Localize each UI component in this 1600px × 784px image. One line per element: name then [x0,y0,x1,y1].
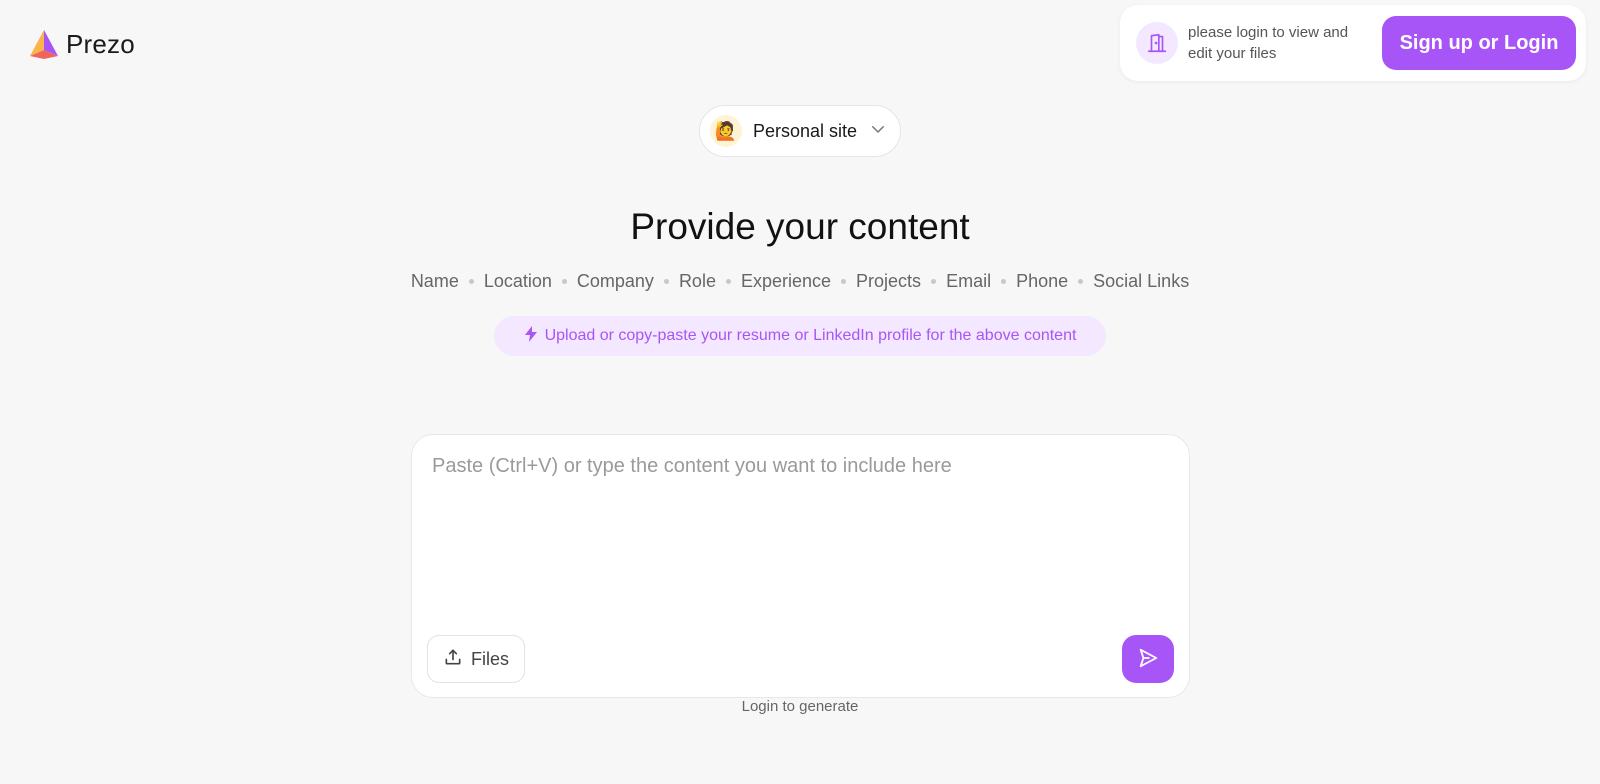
field-experience: Experience [740,271,832,291]
files-label: Files [470,648,509,669]
prism-logo-icon [28,28,60,60]
login-to-generate-note: Login to generate [741,698,859,715]
login-message: please login to view and edit your files [1188,24,1349,62]
separator-dot [931,279,937,284]
page: Prezo please login to view and edit your… [0,0,1600,784]
upload-hint: Upload or copy-paste your resume or Link… [494,316,1106,356]
separator-dot [663,279,669,284]
content-field-list: Name Location Company Role Experience Pr… [0,271,1600,292]
content-input[interactable] [432,455,1162,615]
person-raising-hand-icon: 🙋 [710,115,742,147]
separator-dot [468,279,474,284]
site-type-dropdown[interactable]: 🙋 Personal site [699,105,901,157]
chevron-down-icon [869,120,887,143]
brand-name: Prezo [66,28,135,59]
field-name: Name [410,271,459,291]
separator-dot [1078,279,1084,284]
field-role: Role [678,271,716,291]
field-phone: Phone [1016,271,1069,291]
site-type-label: Personal site [753,120,858,141]
signup-login-button[interactable]: Sign up or Login [1382,16,1576,70]
separator-dot [1001,279,1007,284]
page-title: Provide your content [630,206,970,247]
upload-hint-text: Upload or copy-paste your resume or Link… [544,327,1077,344]
field-social-links: Social Links [1093,271,1190,291]
login-prompt-card: please login to view and edit your files… [1120,5,1586,81]
field-projects: Projects [856,271,922,291]
brand-logo[interactable]: Prezo [28,28,135,60]
separator-dot [561,279,567,284]
content-composer: Files [411,434,1190,698]
field-company: Company [576,271,654,291]
files-upload-button[interactable]: Files [427,635,525,683]
send-icon [1137,647,1159,672]
lightning-icon [524,325,545,347]
upload-icon [443,647,463,672]
send-button[interactable] [1122,635,1174,683]
separator-dot [841,279,847,284]
separator-dot [725,279,731,284]
field-location: Location [483,271,552,291]
field-email: Email [946,271,992,291]
door-icon [1136,22,1178,64]
